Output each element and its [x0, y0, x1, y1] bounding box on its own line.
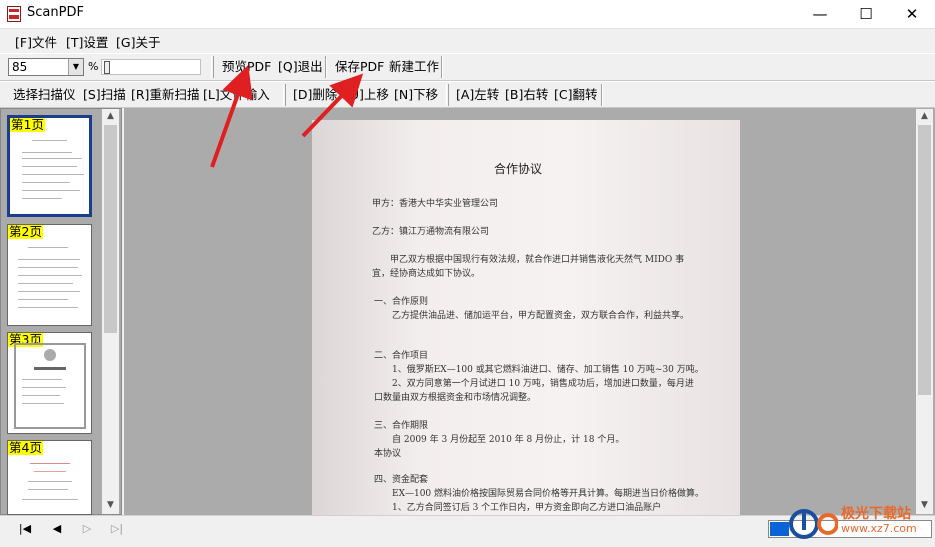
- thumbnail-scrollbar-thumb[interactable]: [104, 125, 117, 333]
- rescan-button[interactable]: [R]重新扫描: [127, 85, 203, 105]
- move-up-button[interactable]: [U]上移: [341, 85, 393, 105]
- next-page-icon[interactable]: ▷: [76, 520, 98, 538]
- scroll-up-icon[interactable]: ▲: [916, 111, 933, 121]
- site-watermark: 极光下载站 www.xz7.com: [788, 500, 928, 544]
- document-line: 乙方提供油品进、储加运平台，甲方配置资金，双方联合合作，利益共享。: [392, 311, 690, 321]
- document-line: 2、双方同意第一个月试进口 10 万吨，销售成功后，增加进口数量，每月进: [392, 379, 694, 389]
- toolbar-separator: [325, 56, 327, 78]
- document-line: 口数量由双方根据资金和市场情况调整。: [374, 393, 537, 403]
- menu-settings[interactable]: [T]设置: [66, 32, 108, 51]
- import-file-button[interactable]: [L]文件输入: [199, 85, 274, 105]
- document-line: 甲乙双方根据中国现行有效法规，就合作进口并销售液化天然气 MIDO 事: [390, 255, 685, 265]
- delete-button[interactable]: [D]删除: [289, 85, 341, 105]
- document-line: 1、乙方合同签订后 3 个工作日内，甲方资金即向乙方进口油品账户: [392, 503, 662, 513]
- last-page-icon[interactable]: ▷|: [106, 520, 128, 538]
- scroll-down-icon[interactable]: ▼: [102, 500, 119, 510]
- thumbnail-page-2[interactable]: 第2页: [7, 224, 92, 326]
- document-line: 四、资金配套: [374, 475, 429, 485]
- document-line: 本协议: [374, 449, 402, 459]
- watermark-logo-icon: [789, 509, 839, 539]
- previous-page-icon[interactable]: ◀: [46, 520, 68, 538]
- save-pdf-button[interactable]: 保存PDF: [331, 57, 388, 77]
- app-pdf-icon: [7, 6, 21, 22]
- minimize-button[interactable]: —: [797, 0, 843, 28]
- zoom-slider[interactable]: [101, 59, 201, 75]
- zoom-select[interactable]: 85 ▼: [8, 58, 84, 76]
- preview-scrollbar-thumb[interactable]: [918, 125, 931, 395]
- menu-about[interactable]: [G]关于: [116, 32, 160, 51]
- toolbar-grip: [211, 56, 214, 78]
- zoom-unit: %: [88, 60, 99, 73]
- thumbnail-label: 第4页: [8, 440, 43, 455]
- thumbnail-page-3[interactable]: 第3页: [7, 332, 92, 434]
- thumbnail-page-4[interactable]: 第4页: [7, 440, 92, 515]
- scroll-up-icon[interactable]: ▲: [102, 111, 119, 121]
- scan-button[interactable]: [S]扫描: [79, 85, 130, 105]
- thumbnail-label: 第2页: [8, 224, 43, 239]
- toolbar-separator: [601, 84, 603, 106]
- maximize-button[interactable]: ☐: [843, 0, 889, 28]
- chevron-down-icon[interactable]: ▼: [68, 59, 83, 75]
- document-title: 合作协议: [494, 162, 543, 176]
- document-line: 一、合作原则: [374, 297, 429, 307]
- preview-scrollbar[interactable]: ▲ ▼: [916, 109, 933, 514]
- progress-fill: [770, 522, 789, 536]
- title-bar: [0, 0, 935, 28]
- toolbar-grip: [283, 84, 286, 106]
- flip-button[interactable]: [C]翻转: [550, 85, 601, 105]
- window-title: ScanPDF: [27, 5, 84, 20]
- document-line: 乙方：镇江万通物流有限公司: [372, 227, 490, 237]
- thumbnail-label: 第1页: [10, 117, 45, 132]
- zoom-value: 85: [12, 60, 28, 74]
- document-line: 1、俄罗斯EX—100 或其它燃料油进口、储存、加工销售 10 万吨~30 万吨…: [392, 365, 704, 375]
- zoom-slider-thumb[interactable]: [104, 61, 110, 74]
- select-scanner-button[interactable]: 选择扫描仪: [9, 85, 80, 105]
- menu-file[interactable]: [F]文件: [15, 32, 57, 51]
- toolbar-grip: [446, 84, 449, 106]
- new-job-button[interactable]: 新建工作: [385, 57, 443, 77]
- toolbar-separator: [441, 56, 443, 78]
- close-button[interactable]: ✕: [889, 0, 935, 28]
- rotate-left-button[interactable]: [A]左转: [452, 85, 503, 105]
- watermark-text: 极光下载站: [841, 506, 911, 522]
- document-line: EX—100 燃料油价格按国际贸易合同价格等开具计算。每期进当日价格做算。: [392, 489, 705, 499]
- document-line: 宜，经协商达成如下协议。: [372, 269, 481, 279]
- scanned-page: 合作协议 甲方：香港大中华实业管理公司 乙方：镇江万通物流有限公司 甲乙双方根据…: [312, 120, 740, 520]
- thumbnail-scrollbar[interactable]: ▲ ▼: [102, 109, 119, 514]
- document-line: 三、合作期限: [374, 421, 429, 431]
- thumbnail-page-1[interactable]: 第1页: [7, 115, 92, 217]
- move-down-button[interactable]: [N]下移: [390, 85, 442, 105]
- document-line: 自 2009 年 3 月份起至 2010 年 8 月份止，计 18 个月。: [392, 435, 625, 445]
- document-line: 二、合作项目: [374, 351, 429, 361]
- document-line: 甲方：香港大中华实业管理公司: [372, 199, 499, 209]
- quit-button[interactable]: [Q]退出: [274, 57, 327, 77]
- preview-pdf-button[interactable]: 预览PDF: [218, 57, 275, 77]
- rotate-right-button[interactable]: [B]右转: [501, 85, 552, 105]
- first-page-icon[interactable]: |◀: [14, 520, 36, 538]
- watermark-url: www.xz7.com: [841, 522, 917, 535]
